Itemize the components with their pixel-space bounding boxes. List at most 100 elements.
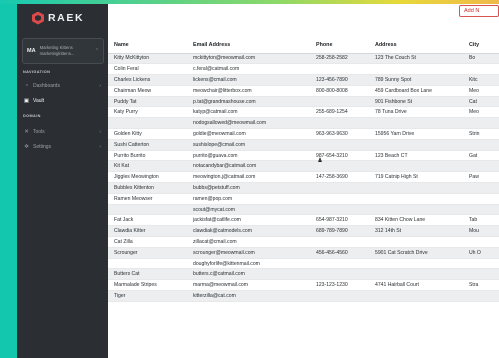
cell-address [369, 258, 463, 270]
table-row[interactable]: Colin Feral c.feral@catmail.com [108, 63, 499, 76]
cell-name: Puddy Tat [108, 96, 187, 108]
cell-phone [310, 236, 369, 248]
cell-email: clawdiak@catmodels.com [187, 225, 310, 238]
table-row[interactable]: Tiger kitterzilla@cat.com [108, 290, 499, 302]
cell-phone: 258-258-2582 [310, 53, 369, 65]
top-bar [108, 4, 499, 26]
cell-city [463, 193, 499, 205]
table-row[interactable]: Chairman Meow meowchair@litterbox.com 800-… [108, 85, 499, 97]
sidebar-item-vault[interactable]: ▣ Vault [23, 96, 101, 105]
column-header-phone[interactable]: Phone [310, 37, 369, 54]
cell-email: doughyforlife@kittenmail.com [187, 258, 310, 270]
cell-city: Meo [463, 85, 499, 97]
cell-email: bubbs@petstuff.com [187, 182, 310, 194]
logo[interactable]: RAEK [32, 10, 84, 26]
table-row[interactable]: Charles Lickens lickens@cmail.com 123-456-… [108, 74, 499, 86]
cell-email: meowington.j@catmail.com [187, 171, 310, 184]
cell-phone [310, 204, 369, 216]
table-row[interactable]: scout@mycat.com [108, 204, 499, 216]
table-row[interactable]: Jiggles Meowington meowington.j@catmail.c… [108, 171, 499, 184]
chevron-right-icon: › [99, 128, 101, 135]
table-row[interactable]: Scrounger scrounger@meowmail.com 456-456-4… [108, 247, 499, 259]
chevron-right-icon: › [99, 143, 101, 150]
account-switcher[interactable]: MA Marketing Kittens marketingkittens...… [22, 38, 104, 64]
cell-city: Kitc [463, 74, 499, 86]
column-header-email[interactable]: Email Address [187, 37, 310, 54]
cell-address [369, 204, 463, 216]
sidebar-item-settings[interactable]: ✲ Settings › [23, 142, 101, 151]
nav-section-title: NAVIGATION [23, 70, 51, 74]
cell-email: meowchair@litterbox.com [187, 85, 310, 97]
cell-name: Purrito Burrito [108, 150, 187, 162]
table-header-row: Name Email Address Phone Address City [108, 37, 499, 54]
cell-name: Butters Cat [108, 268, 187, 281]
table-row[interactable]: Ramen Meowser ramen@pop.com [108, 193, 499, 205]
table-row[interactable]: nodogsallowed@meowmail.com [108, 117, 499, 130]
cell-city: Meo [463, 106, 499, 119]
mouse-cursor-icon [318, 157, 322, 162]
table-row[interactable]: Fat Jack jackisfat@catlife.com 654-987-321… [108, 214, 499, 227]
cell-city: Tab [463, 214, 499, 227]
cell-address: 312 14th St [369, 225, 463, 238]
table-row[interactable]: Butters Cat butters.c@catmail.com [108, 268, 499, 281]
domain-section-title: DOMAIN [23, 114, 41, 118]
cell-city: Bo [463, 53, 499, 65]
cell-phone [310, 96, 369, 108]
cell-email: p.tat@grandmashouse.com [187, 96, 310, 108]
cell-city: Uh O [463, 247, 499, 259]
cell-address [369, 117, 463, 130]
cell-name [108, 258, 187, 270]
cell-email: scrounger@meowmail.com [187, 247, 310, 259]
cell-email: katyp@catmail.com [187, 106, 310, 119]
table-row[interactable]: Bubbles Kittenton bubbs@petstuff.com [108, 182, 499, 194]
table-row[interactable]: Puddy Tat p.tat@grandmashouse.com 901 Fish… [108, 96, 499, 108]
logo-hex-icon [32, 11, 44, 25]
cell-phone: 147-258-3690 [310, 171, 369, 184]
table-row[interactable]: doughyforlife@kittenmail.com [108, 258, 499, 270]
table-row[interactable]: Kitty McKittyton mckittyton@meowmail.com 2… [108, 53, 499, 65]
cell-city [463, 268, 499, 281]
table-row[interactable]: Cat Zilla zillacat@cmail.com [108, 236, 499, 248]
cell-email: marma@meowmail.com [187, 279, 310, 292]
cell-name: Katy Purry [108, 106, 187, 119]
sidebar-item-label: Dashboards [33, 82, 60, 89]
sidebar: RAEK MA Marketing Kittens marketingkitte… [17, 4, 108, 358]
cell-city: Paw [463, 171, 499, 184]
cell-email: kitterzilla@cat.com [187, 290, 310, 302]
cell-address: 5901 Cat Scratch Drive [369, 247, 463, 259]
table-row[interactable]: Kit Kat notacandybar@catmail.com [108, 160, 499, 173]
add-new-button[interactable]: Add N [459, 5, 499, 17]
table-row[interactable]: Purrito Burrito purrito@guava.com 987-654-… [108, 150, 499, 162]
cell-phone [310, 258, 369, 270]
table-row[interactable]: Golden Kitty goldie@meowmail.com 963-963-9… [108, 128, 499, 140]
cell-address [369, 290, 463, 302]
cell-address: 15956 Yarn Drive [369, 128, 463, 140]
column-header-address[interactable]: Address [369, 37, 463, 54]
contacts-table: Name Email Address Phone Address City Ki… [108, 37, 499, 302]
table-row[interactable]: Katy Purry katyp@catmail.com 255-689-1254 7… [108, 106, 499, 119]
column-header-city[interactable]: City [463, 37, 499, 54]
cell-name: Kitty McKittyton [108, 53, 187, 65]
table-row[interactable]: Marmalade Stripes marma@meowmail.com 123-1… [108, 279, 499, 292]
cell-email: nodogsallowed@meowmail.com [187, 117, 310, 130]
table-row[interactable]: Sushi Catterton sushislope@cmail.com [108, 139, 499, 151]
cell-phone: 123-456-7890 [310, 74, 369, 86]
account-subname: marketingkittens... [39, 51, 75, 56]
cell-address: 4741 Hairball Court [369, 279, 463, 292]
table-row[interactable]: Clawdia Kitter clawdiak@catmodels.com 689-… [108, 225, 499, 238]
sidebar-item-tools[interactable]: ✕ Tools › [23, 127, 101, 136]
cell-name: Ramen Meowser [108, 193, 187, 205]
column-header-name[interactable]: Name [108, 37, 187, 54]
cell-city [463, 160, 499, 173]
cell-name: Scrounger [108, 247, 187, 259]
cell-name: Golden Kitty [108, 128, 187, 140]
cell-city: Mou [463, 225, 499, 238]
cell-email: notacandybar@catmail.com [187, 160, 310, 173]
cell-phone [310, 193, 369, 205]
sidebar-item-dashboards[interactable]: ◔ Dashboards › [23, 81, 101, 90]
cell-name: Tiger [108, 290, 187, 302]
cell-name: Bubbles Kittenton [108, 182, 187, 194]
cell-address: 123 The Couch St [369, 53, 463, 65]
cell-city: Strin [463, 128, 499, 140]
cell-phone: 654-987-3210 [310, 214, 369, 227]
